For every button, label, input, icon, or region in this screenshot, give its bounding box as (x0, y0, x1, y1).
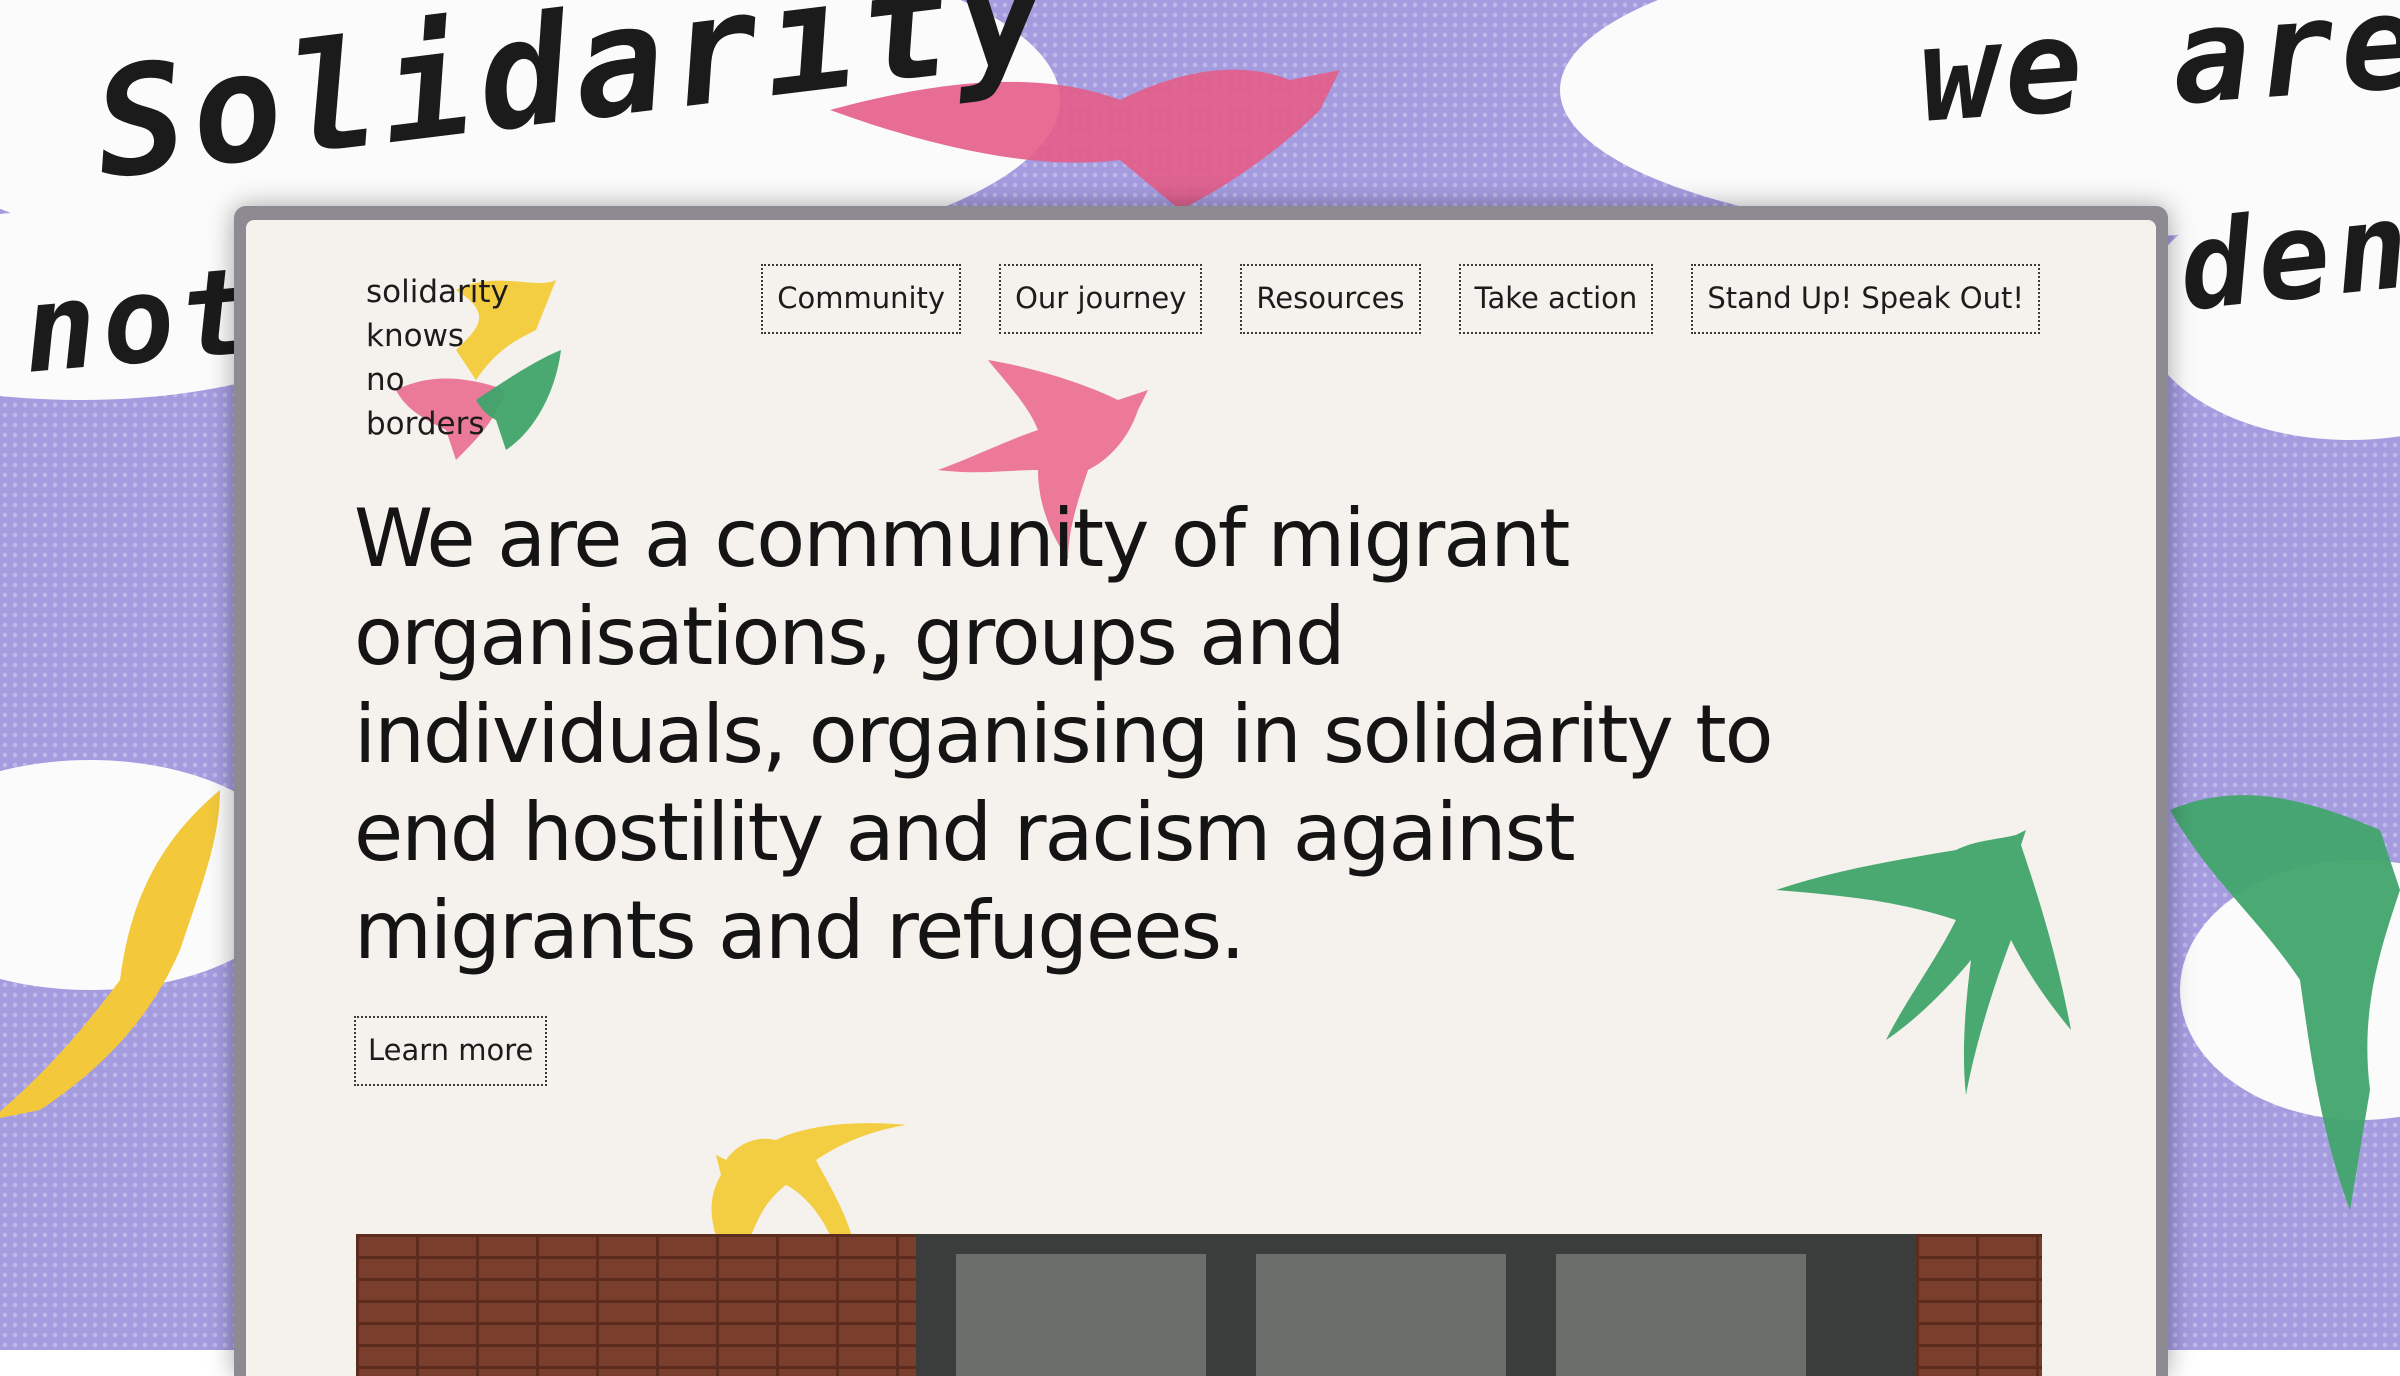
nav-community[interactable]: Community (761, 264, 962, 334)
logo-line: knows (366, 318, 465, 354)
browser-window: solidarity knows no borders Community Ou… (234, 206, 2168, 1376)
bg-swallow-yellow-icon (0, 790, 220, 1118)
photo-brick-wall (356, 1234, 916, 1376)
bg-swallow-green-icon (2170, 795, 2400, 1210)
logo-line: borders (366, 406, 485, 442)
learn-more-button[interactable]: Learn more (354, 1016, 548, 1086)
hero-heading: We are a community of migrant organisati… (354, 492, 1774, 977)
swallow-green-icon (1776, 830, 2071, 1095)
swallow-yellow-icon (711, 1123, 906, 1250)
hero-photo (356, 1234, 2042, 1376)
logo-wordmark: solidarity knows no borders (366, 270, 509, 446)
nav-our-journey[interactable]: Our journey (999, 264, 1203, 334)
photo-window-pane (1256, 1254, 1506, 1376)
site-logo[interactable]: solidarity knows no borders (366, 270, 566, 460)
nav-resources[interactable]: Resources (1240, 264, 1421, 334)
webpage[interactable]: solidarity knows no borders Community Ou… (246, 220, 2156, 1376)
main-nav: Community Our journey Resources Take act… (761, 264, 2040, 334)
logo-line: solidarity (366, 274, 509, 310)
bg-handwriting: not (17, 241, 264, 401)
photo-brick-wall (1916, 1234, 2042, 1376)
nav-take-action[interactable]: Take action (1458, 264, 1654, 334)
logo-line: no (366, 362, 405, 398)
photo-window-pane (956, 1254, 1206, 1376)
photo-window-pane (1556, 1254, 1806, 1376)
nav-stand-up-speak-out[interactable]: Stand Up! Speak Out! (1691, 264, 2040, 334)
photo-window (916, 1234, 1916, 1376)
